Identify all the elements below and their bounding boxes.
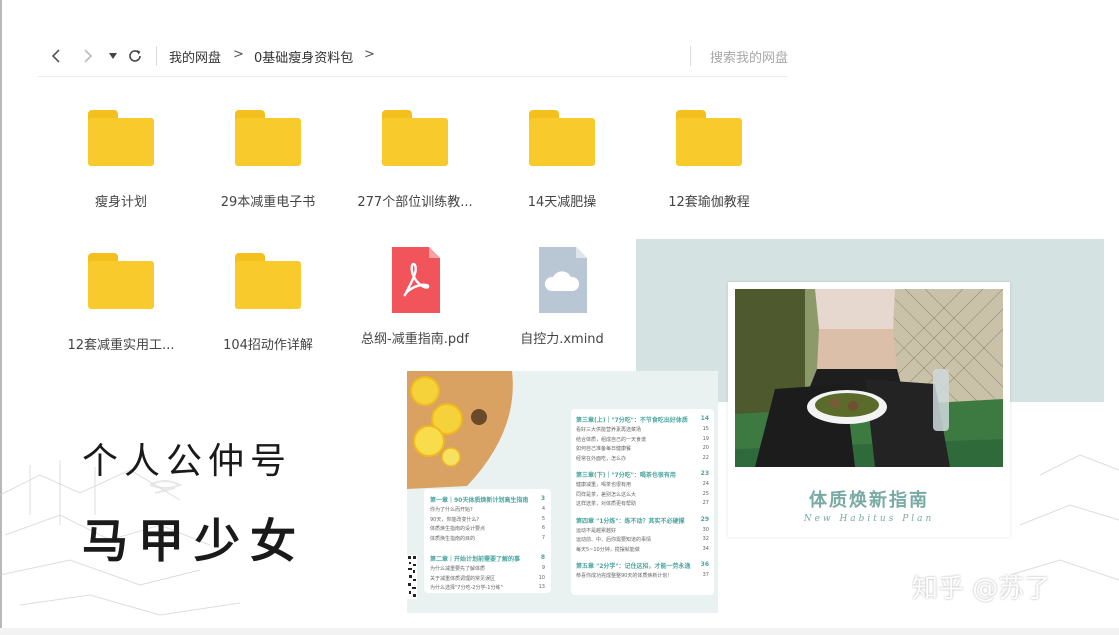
toc-entry: 关于减重体质调理的常见误区 10 — [430, 574, 545, 582]
folder-icon — [529, 110, 595, 170]
toc-entry: 经常在外面吃，怎么办 22 — [576, 454, 709, 462]
toc-entry: 体质焕生指南的目的 7 — [430, 534, 545, 542]
fitness-photo — [735, 289, 1003, 467]
toc-entry: 90天，你能改变什么? 5 — [430, 515, 545, 523]
file-name: 29本减重电子书 — [220, 195, 316, 210]
toc-entry: 这样选茶，对体质更有帮助 27 — [576, 500, 709, 507]
toc-chapter-heading: 第三章(下)｜"7分吃"：喝茶也很有用 23 — [576, 470, 709, 479]
bottom-border — [0, 628, 1119, 635]
toc-entry: 为什么选择"7分吃-2分学-1分练" 13 — [430, 584, 545, 591]
toc-entry: 看好三大供能营养素再选菜场 15 — [576, 426, 709, 433]
folder-item[interactable]: 瘦身计划 — [51, 110, 191, 210]
guide-title: 体质焕新指南 — [809, 490, 929, 511]
toc-column-right: 第三章(上)｜"7分吃"：不节食吃出好体质 14 看好三大供能营养素再选菜场 15 结合… — [571, 409, 714, 595]
toc-entry: 你为了什么而开始? 4 — [430, 506, 545, 513]
toc-chapter-heading: 第五章 "2分学"：记住这招，才能一劳永逸 36 — [576, 561, 709, 570]
cloud-file-icon — [529, 247, 595, 313]
toc-page: 第一章｜90天体质焕新计划高生指南 3 你为了什么而开始? 4 90天，你能改变什么? 5… — [407, 371, 718, 613]
guide-subtitle: New Habitus Plan — [803, 514, 935, 524]
toc-chapter-heading: 第三章(上)｜"7分吃"：不节食吃出好体质 14 — [576, 415, 709, 424]
toc-entry: 如何自己准备每日健康餐 20 — [576, 445, 709, 452]
folder-icon — [235, 253, 301, 313]
breadcrumb-root[interactable]: 我的网盘 — [169, 47, 221, 66]
back-button[interactable] — [48, 46, 64, 66]
folder-icon — [88, 253, 154, 313]
folder-icon — [88, 110, 154, 170]
file-name: 自控力.xmind — [520, 332, 604, 347]
chevron-right-icon — [84, 49, 93, 63]
forward-button[interactable] — [80, 46, 96, 66]
pdf-file-item[interactable]: 总纲-减重指南.pdf — [345, 247, 485, 347]
toc-entry: 体质焕生指南的设计要点 6 — [430, 525, 545, 532]
file-name: 总纲-减重指南.pdf — [361, 332, 469, 347]
toc-entry: 运动前、中、后你需要知道的事情 32 — [576, 536, 709, 543]
file-name: 12套减重实用工... — [67, 338, 175, 353]
account-name: 马甲少女 — [82, 514, 306, 568]
toolbar-divider — [156, 46, 157, 66]
toc-entry: 同样是茶，差别怎么这么大 25 — [576, 490, 709, 498]
history-dropdown-button[interactable] — [106, 46, 120, 66]
window-edge — [0, 0, 2, 635]
toc-entry: 每天5~10分钟，搅摆就能做 34 — [576, 545, 709, 553]
toc-chapter-heading: 第四章 "1分练"：练不动？其实不必硬撑 29 — [576, 515, 709, 525]
lemon-board-photo — [407, 371, 513, 489]
toc-entry: 恭喜你成功完成整整90天的体质焕新计划! 37 — [576, 572, 709, 579]
file-name: 12套瑜伽教程 — [668, 195, 750, 210]
pdf-icon — [382, 247, 448, 313]
file-name: 277个部位训练教... — [357, 195, 473, 210]
refresh-button[interactable] — [126, 46, 144, 66]
file-name: 14天减肥操 — [527, 195, 597, 210]
toc-column-left: 第一章｜90天体质焕新计划高生指南 3 你为了什么而开始? 4 90天，你能改变什么? 5… — [424, 489, 551, 593]
xmind-file-item[interactable]: 自控力.xmind — [492, 247, 632, 347]
folder-item[interactable]: 14天减肥操 — [492, 110, 632, 210]
folder-item[interactable]: 12套减重实用工... — [51, 253, 191, 353]
toc-entry: 健康减重，喝茶也很有用 24 — [576, 481, 709, 488]
account-label: 个人公仲号 — [82, 441, 293, 482]
toolbar-divider — [690, 46, 691, 66]
folder-item[interactable]: 277个部位训练教... — [345, 110, 485, 210]
search-input[interactable]: 搜索我的网盘 — [710, 47, 790, 66]
folder-icon — [235, 110, 301, 170]
caret-down-icon — [109, 53, 117, 59]
toc-entry: 为什么减重要先了解体质 9 — [430, 565, 545, 572]
file-name: 104招动作详解 — [223, 338, 313, 353]
toc-entry: 运动不是越累越好 30 — [576, 526, 709, 534]
file-name: 瘦身计划 — [94, 195, 147, 210]
folder-icon — [676, 110, 742, 170]
chevron-left-icon — [51, 49, 60, 63]
folder-icon — [382, 110, 448, 170]
breadcrumb-separator: > — [364, 47, 375, 62]
refresh-icon — [129, 50, 141, 62]
zhihu-watermark: 知乎 @苏了 — [912, 574, 1051, 604]
qr-code-icon — [407, 555, 417, 599]
toc-chapter-heading: 第一章｜90天体质焕新计划高生指南 3 — [430, 495, 545, 504]
toc-entry: 结合体质，组成自己的一天食谱 19 — [576, 435, 709, 443]
toc-chapter-heading: 第二章｜开始计划前需要了解的事 8 — [430, 554, 545, 563]
breadcrumb-current[interactable]: 0基础瘦身资料包 — [254, 47, 353, 66]
folder-item[interactable]: 29本减重电子书 — [198, 110, 338, 210]
breadcrumb-separator: > — [233, 47, 244, 62]
file-browser-toolbar: 我的网盘 > 0基础瘦身资料包 > 搜索我的网盘 — [38, 38, 788, 77]
folder-item[interactable]: 104招动作详解 — [198, 253, 338, 353]
folder-item[interactable]: 12套瑜伽教程 — [639, 110, 779, 210]
